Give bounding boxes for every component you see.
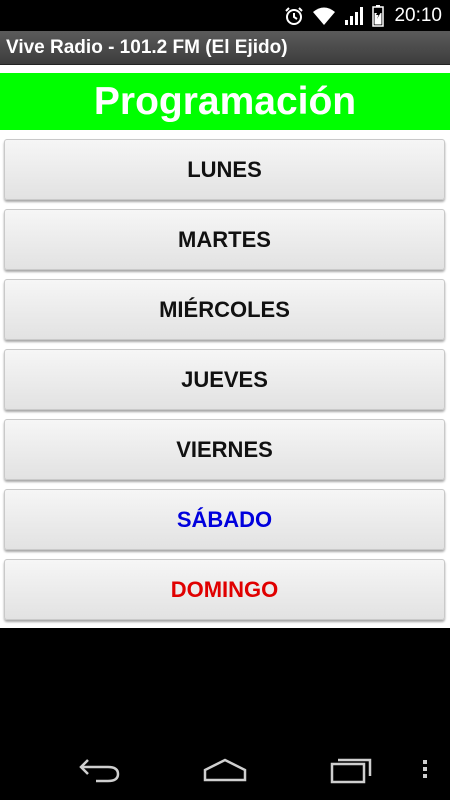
recent-apps-icon[interactable] [330,754,374,789]
home-icon[interactable] [201,754,249,789]
app-title-bar: Vive Radio - 101.2 FM (El Ejido) [0,31,450,65]
app-title: Vive Radio - 101.2 FM (El Ejido) [6,36,288,58]
navigation-bar [0,740,450,800]
day-button-martes[interactable]: MARTES [4,209,445,270]
day-button-viernes[interactable]: VIERNES [4,419,445,480]
status-bar: 20:10 [0,0,450,31]
battery-icon [372,4,385,27]
day-button-sabado[interactable]: SÁBADO [4,489,445,550]
days-list: LUNES MARTES MIÉRCOLES JUEVES VIERNES SÁ… [4,139,446,629]
day-button-miercoles[interactable]: MIÉRCOLES [4,279,445,340]
day-button-domingo[interactable]: DOMINGO [4,559,445,620]
wifi-icon [312,6,336,26]
page-title: Programación [0,73,450,130]
day-button-lunes[interactable]: LUNES [4,139,445,200]
alarm-icon [284,6,304,26]
main-content: Programación LUNES MARTES MIÉRCOLES JUEV… [0,65,450,628]
status-time: 20:10 [394,4,442,26]
menu-icon[interactable] [420,754,430,789]
signal-icon [344,6,364,26]
day-button-jueves[interactable]: JUEVES [4,349,445,410]
back-icon[interactable] [78,754,122,789]
